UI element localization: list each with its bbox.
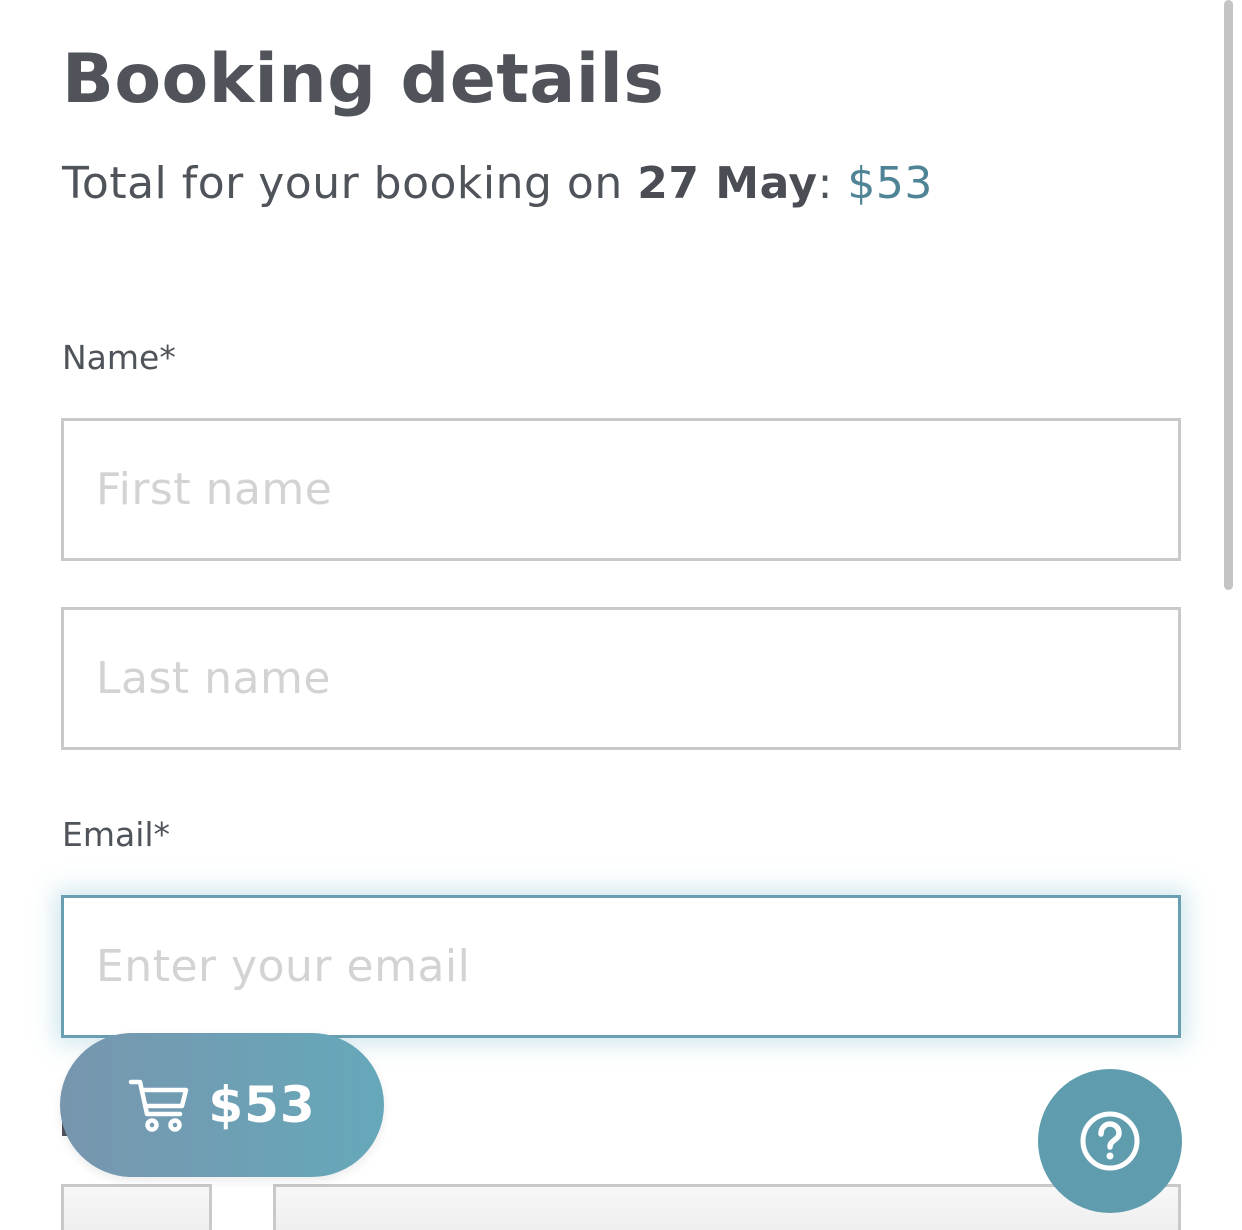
total-amount: $53 [847, 158, 933, 209]
booking-total-line: Total for your booking on 27 May: $53 [62, 158, 933, 209]
booking-date: 27 May [637, 158, 818, 209]
email-input[interactable] [61, 895, 1181, 1038]
name-label: Name* [62, 338, 176, 377]
cart-amount: $53 [208, 1076, 316, 1134]
cart-icon [128, 1076, 190, 1134]
question-circle-icon [1079, 1110, 1141, 1172]
total-prefix: Total for your booking on [62, 158, 638, 209]
total-separator: : [817, 158, 848, 209]
booking-page: Booking details Total for your booking o… [0, 0, 1242, 1230]
phone-number-input[interactable] [273, 1184, 1181, 1230]
help-button[interactable] [1038, 1069, 1182, 1213]
cart-button[interactable]: $53 [60, 1033, 384, 1177]
scrollbar-thumb[interactable] [1224, 0, 1233, 590]
page-title: Booking details [62, 40, 665, 119]
email-label: Email* [62, 815, 171, 854]
last-name-input[interactable] [61, 607, 1181, 750]
phone-country-select[interactable] [61, 1184, 212, 1230]
first-name-input[interactable] [61, 418, 1181, 561]
